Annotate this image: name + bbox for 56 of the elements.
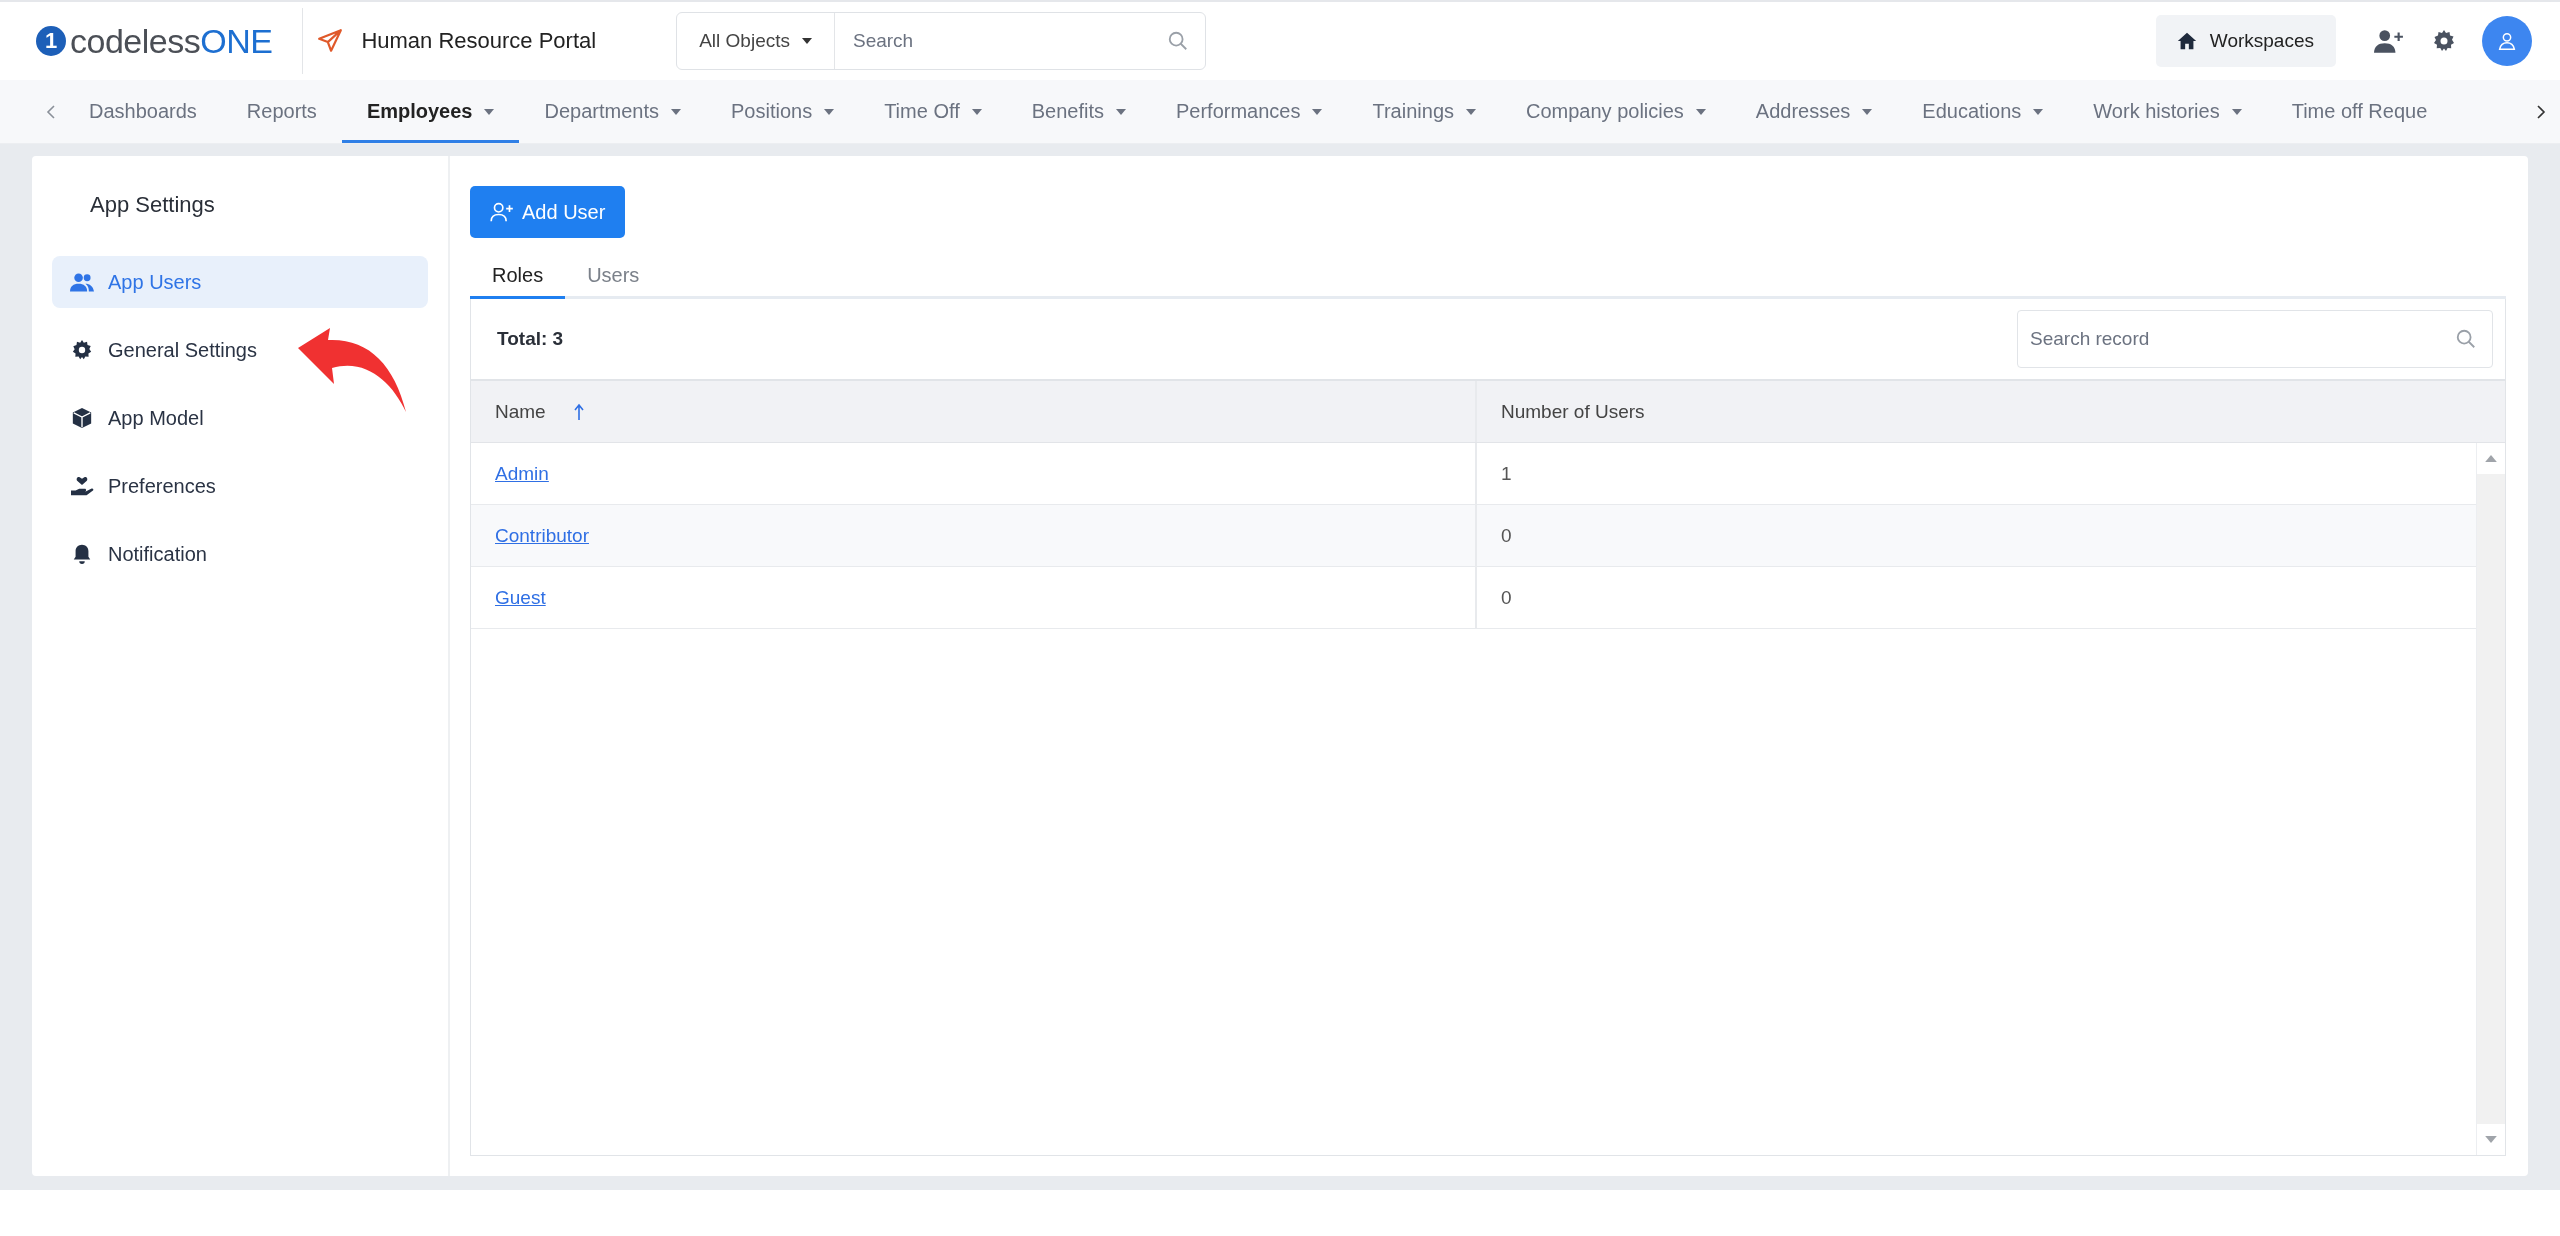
role-link[interactable]: Admin [495, 462, 549, 485]
gear-icon [70, 339, 94, 361]
nav-tab[interactable]: Company policies [1501, 80, 1731, 143]
nav-tab[interactable]: Time Off [859, 80, 1007, 143]
caret-icon [802, 38, 812, 44]
scroll-left-icon[interactable] [46, 103, 56, 120]
workspaces-button[interactable]: Workspaces [2155, 15, 2336, 67]
nav-tab[interactable]: Reports [221, 80, 342, 143]
role-link[interactable]: Contributor [495, 524, 589, 547]
users-icon [70, 271, 94, 293]
column-label[interactable]: Number of Users [1501, 400, 1645, 423]
nav-tab[interactable]: Departments [519, 80, 706, 143]
logo[interactable]: 1 codelessONE [36, 21, 273, 61]
logo-text: codelessONE [70, 21, 273, 61]
table-cell: 0 [1501, 586, 1512, 609]
sidebar-item[interactable]: Notification [52, 528, 428, 580]
nav-tab[interactable]: Trainings [1347, 80, 1501, 143]
search-icon [1167, 30, 1190, 52]
scroll-down-icon[interactable] [2485, 1136, 2497, 1143]
add-user-icon[interactable] [2374, 28, 2404, 54]
paper-plane-icon [317, 28, 344, 54]
role-link[interactable]: Guest [495, 586, 546, 609]
nav-tab[interactable]: Dashboards [64, 80, 222, 143]
app-title: Human Resource Portal [361, 28, 597, 54]
scroll-right-icon[interactable] [2536, 103, 2546, 120]
scrollbar[interactable] [2476, 443, 2505, 1155]
global-search-field[interactable]: All Objects Search [676, 12, 1207, 70]
table-cell: 0 [1501, 524, 1512, 547]
tab[interactable]: Roles [470, 254, 566, 299]
user-avatar[interactable] [2482, 16, 2532, 66]
tab[interactable]: Users [565, 254, 662, 299]
add-user-icon [490, 202, 514, 222]
add-user-button[interactable]: Add User [470, 186, 626, 238]
sidebar-item[interactable]: Preferences [52, 460, 428, 512]
logo-mark: 1 [36, 26, 66, 56]
nav-tab[interactable]: Positions [706, 80, 860, 143]
sidebar-item[interactable]: App Users [52, 256, 428, 308]
nav-tab[interactable]: Educations [1897, 80, 2069, 143]
sidebar-title: App Settings [89, 192, 216, 218]
search-icon [2455, 328, 2477, 350]
nav-tab[interactable]: Addresses [1730, 80, 1898, 143]
sort-ascending-icon[interactable] [573, 402, 584, 421]
nav-tab[interactable]: Benefits [1006, 80, 1151, 143]
scope-dropdown[interactable]: All Objects [677, 13, 835, 69]
nav-tab[interactable]: Work histories [2068, 80, 2267, 143]
cube-icon [70, 407, 94, 429]
home-icon [2175, 30, 2198, 52]
column-label[interactable]: Name [495, 400, 546, 423]
settings-icon[interactable] [2432, 29, 2456, 53]
scroll-up-icon[interactable] [2485, 455, 2497, 462]
table-cell: 1 [1501, 462, 1512, 485]
nav-tab[interactable]: Time off Reque [2266, 80, 2453, 143]
record-search-field[interactable]: Search record [2017, 310, 2493, 368]
total-count: Total: 3 [497, 328, 564, 350]
heart-hand-icon [70, 475, 94, 497]
nav-tab[interactable]: Performances [1151, 80, 1348, 143]
